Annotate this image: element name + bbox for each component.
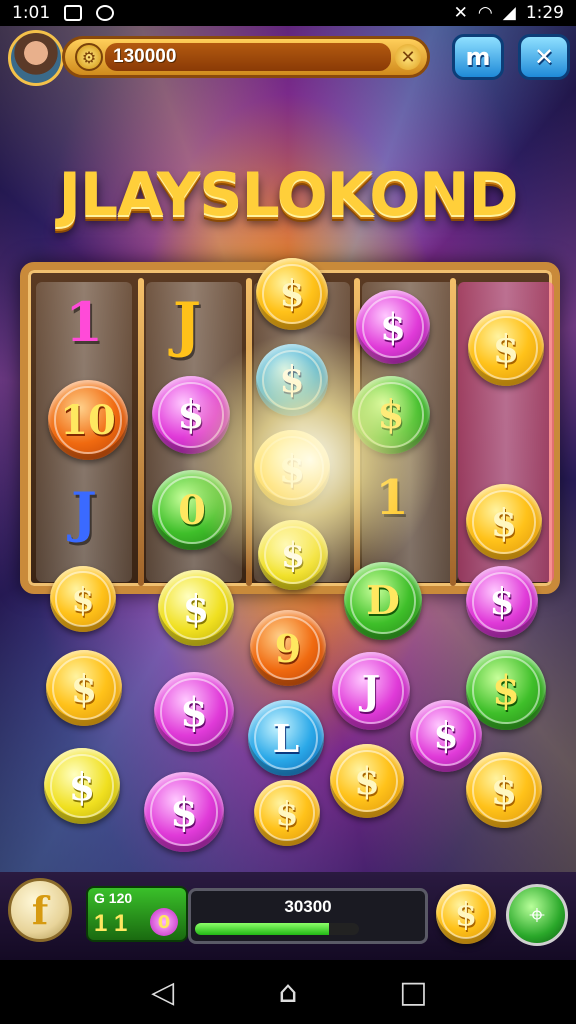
reel-symbol-r1-top: 1 (65, 290, 103, 354)
reel-symbol-r3-top: $ (256, 258, 328, 330)
home-button[interactable]: ⌂ (268, 975, 308, 1010)
reel-symbol-r4-top: $ (356, 290, 430, 364)
pile-coin-1: $ (158, 570, 234, 646)
menu-button[interactable]: m (452, 34, 504, 80)
pile-coin-4: $ (46, 650, 122, 726)
back-button[interactable]: ◁ (143, 975, 183, 1010)
pile-coin-0: $ (50, 566, 116, 632)
pile-coin-15: $ (254, 780, 320, 846)
stat-chip: 0 (150, 908, 178, 936)
signal-icon: ◢ (502, 3, 516, 23)
reel-symbol-r3-bot: $ (258, 520, 328, 590)
recents-button[interactable]: □ (393, 975, 433, 1010)
pile-coin-14: $ (466, 752, 542, 828)
game-screen: 1:01 ✕ ◠ ◢ 1:29 ⚙ 130000 ✕ m ✕ JLAYSLOKO… (0, 0, 576, 1024)
progress-fill (195, 923, 330, 935)
pile-coin-10: $ (144, 772, 224, 852)
pile-coin-6: 9 (250, 610, 326, 686)
wifi-icon: ◠ (477, 3, 493, 23)
balance-bar: ⚙ 130000 ✕ (62, 36, 430, 78)
status-time-left: 1:01 (12, 3, 51, 23)
reel-symbol-r2-top: J (172, 290, 202, 360)
navigation-bar: ◁ ⌂ □ (0, 960, 576, 1024)
gear-icon[interactable]: ⚙ (75, 43, 103, 71)
pile-coin-13: $ (410, 700, 482, 772)
progress-track (195, 923, 359, 935)
reel-symbol-r2-mid: $ (152, 376, 230, 454)
pile-coin-5: $ (154, 672, 234, 752)
pile-coin-2: D (344, 562, 422, 640)
status-time-right: 1:29 (525, 3, 564, 23)
bet-stats-panel: G 120 1 1 0 (86, 886, 188, 942)
pile-coin-3: $ (466, 566, 538, 638)
reel-symbol-r5-bot: $ (466, 484, 542, 560)
coin-shop-button[interactable]: $ (436, 884, 496, 944)
reel-symbol-r4-mid: $ (352, 376, 430, 454)
reel-symbol-r1-mid: 10 (48, 380, 128, 460)
reel-symbol-r3-mid2: $ (254, 430, 330, 506)
reel-divider (450, 278, 456, 586)
reel-symbol-r5-top: $ (468, 310, 544, 386)
pile-coin-8: $ (466, 650, 546, 730)
progress-label: 30300 (284, 897, 332, 916)
pile-coin-12: $ (330, 744, 404, 818)
game-title: JLAYSLOKOND (58, 160, 519, 230)
close-icon[interactable]: ✕ (395, 44, 421, 70)
status-bar: 1:01 ✕ ◠ ◢ 1:29 (0, 0, 576, 26)
tag-icon[interactable]: ⌖ (506, 884, 568, 946)
progress-panel: 30300 (188, 888, 428, 944)
reel-symbol-r4-bot: 1 (375, 470, 409, 526)
reel-symbol-r1-bot: J (71, 480, 97, 544)
exit-button[interactable]: ✕ (518, 34, 570, 80)
reel-symbol-r3-mid: $ (256, 344, 328, 416)
stat-top: G 120 (94, 890, 133, 906)
reel-symbol-r2-bot: 0 (152, 470, 232, 550)
pile-coin-11: L (248, 700, 324, 776)
mute-icon: ✕ (453, 3, 468, 23)
player-avatar[interactable] (8, 30, 64, 86)
reel-divider (246, 278, 252, 586)
bonus-coin-button[interactable]: f (8, 878, 72, 942)
stat-bottom: 1 1 (94, 910, 128, 937)
app-notification-icon (96, 5, 115, 21)
pile-coin-9: $ (44, 748, 120, 824)
balance-value: 130000 (113, 46, 177, 67)
image-notification-icon (64, 5, 83, 21)
pile-coin-7: J (332, 652, 410, 730)
reel-divider (138, 278, 144, 586)
